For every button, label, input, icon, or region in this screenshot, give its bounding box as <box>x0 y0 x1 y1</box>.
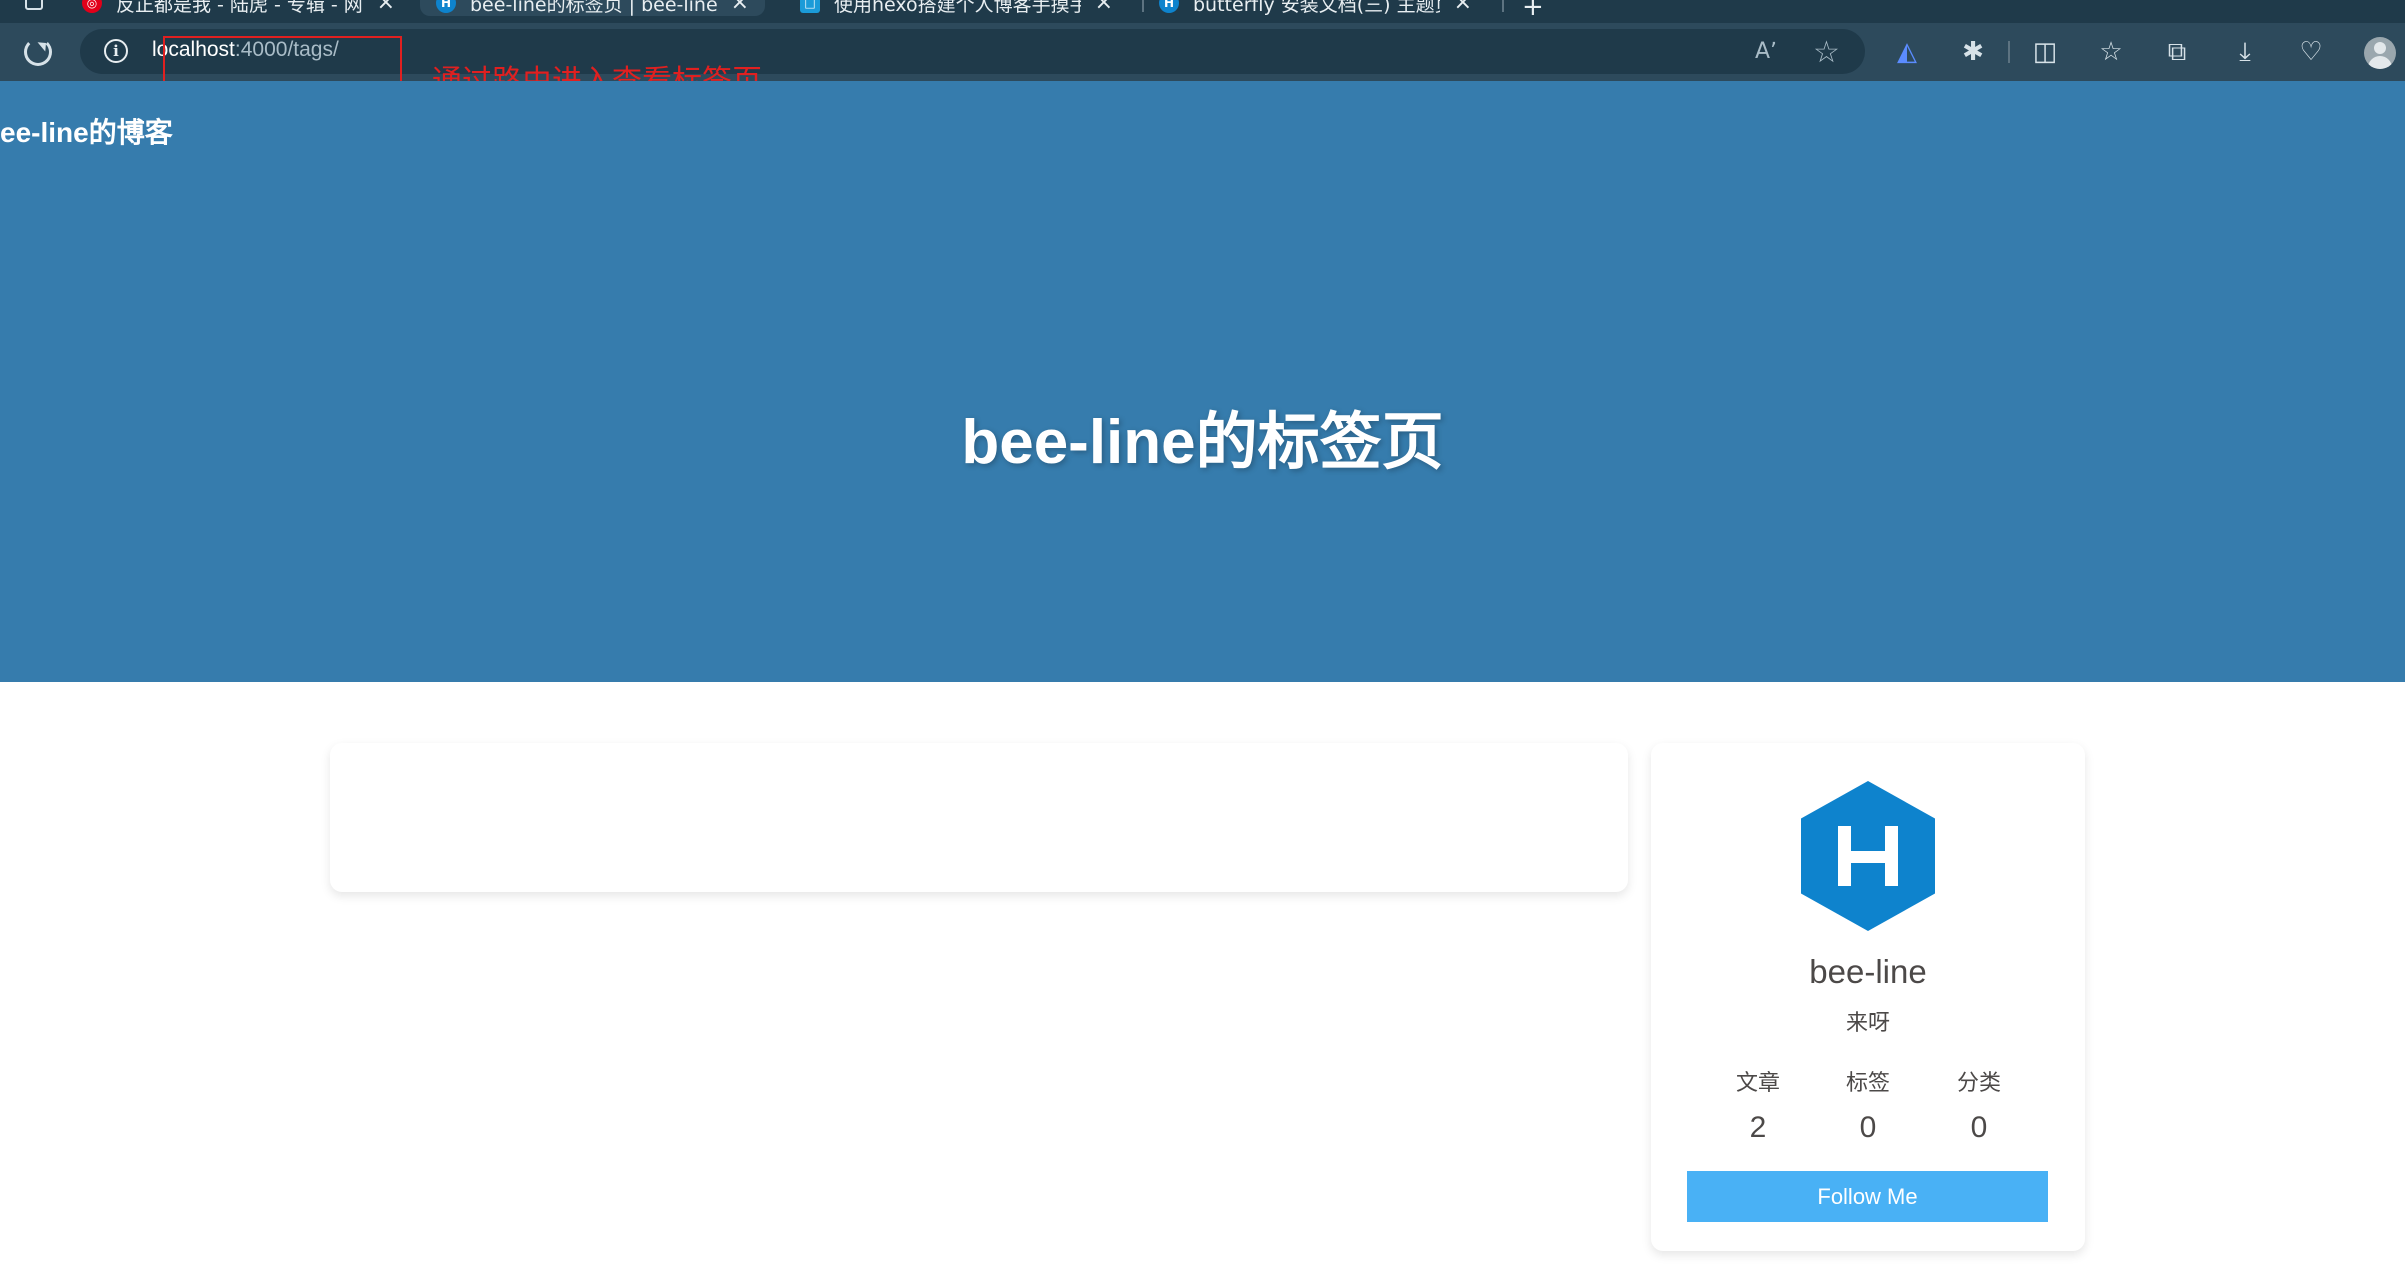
follow-me-button[interactable]: Follow Me <box>1687 1171 2048 1222</box>
downloads-icon[interactable]: ⤓ <box>2230 37 2260 67</box>
hexo-icon: H <box>1159 0 1179 13</box>
extensions-icon[interactable]: ✱ <box>1958 37 1988 67</box>
tab-strip: ◎ 反正都是我 - 陆虎 - 专辑 - 网易云音乐 × H bee-line的标… <box>0 0 2405 23</box>
stat-articles[interactable]: 文章 2 <box>1698 1065 1818 1145</box>
stat-categories[interactable]: 分类 0 <box>1919 1065 2039 1145</box>
hexo-logo-icon <box>1801 781 1935 931</box>
site-name-link[interactable]: ee-line的博客 <box>0 111 173 151</box>
tab-divider <box>1502 0 1504 12</box>
stat-value: 2 <box>1749 1111 1767 1144</box>
close-icon[interactable]: × <box>731 0 749 14</box>
stat-label: 分类 <box>1956 1071 2001 1096</box>
stat-label: 标签 <box>1845 1071 1890 1096</box>
close-icon[interactable]: × <box>377 0 395 14</box>
tab-butterfly-docs[interactable]: H butterfly 安装文档(三) 主题页面 × <box>1143 0 1488 16</box>
tab-bee-line-tags[interactable]: H bee-line的标签页 | bee-line的博客 × <box>420 0 765 16</box>
tab-title: butterfly 安装文档(三) 主题页面 <box>1193 0 1440 16</box>
site-info-icon[interactable]: i <box>104 39 128 63</box>
netease-music-icon: ◎ <box>82 0 102 13</box>
author-description: 来呀 <box>1845 1011 1890 1036</box>
stat-value: 0 <box>1970 1111 1988 1144</box>
tab-netease-music[interactable]: ◎ 反正都是我 - 陆虎 - 专辑 - 网易云音乐 × <box>66 0 411 16</box>
tab-title: bee-line的标签页 | bee-line的博客 <box>470 0 717 16</box>
hexo-icon: H <box>436 0 456 13</box>
site-icon: □ <box>800 0 820 13</box>
stat-tags[interactable]: 标签 0 <box>1808 1065 1928 1145</box>
tab-title: 使用hexo搭建个人博客手摸手教程 <box>834 0 1081 16</box>
favorites-icon[interactable]: ☆ <box>2096 37 2126 67</box>
close-icon[interactable]: × <box>1095 0 1113 14</box>
author-name: bee-line <box>1809 953 1927 990</box>
annotation-highlight-box <box>163 36 402 86</box>
toolbar-divider <box>2008 41 2010 63</box>
add-favorite-icon[interactable]: ☆ <box>1813 35 1840 70</box>
new-tab-button[interactable]: + <box>1522 0 1544 22</box>
close-icon[interactable]: × <box>1454 0 1472 14</box>
author-info-card: bee-line 来呀 文章 2 标签 0 分类 0 Follow Me <box>1651 743 2085 1251</box>
browser-essentials-icon[interactable]: ♡ <box>2296 37 2326 67</box>
read-aloud-icon[interactable]: Aʼ <box>1755 39 1777 64</box>
collections-icon[interactable]: ⧉ <box>2162 37 2192 67</box>
tab-hexo-tutorial[interactable]: □ 使用hexo搭建个人博客手摸手教程 × <box>784 0 1129 16</box>
reload-icon[interactable] <box>24 38 52 66</box>
stat-value: 0 <box>1859 1111 1877 1144</box>
stat-label: 文章 <box>1735 1071 1780 1096</box>
tab-actions-icon[interactable] <box>20 0 48 14</box>
page-title: bee-line的标签页 <box>961 408 1444 477</box>
copilot-icon[interactable]: ◭ <box>1892 37 1922 67</box>
tab-title: 反正都是我 - 陆虎 - 专辑 - 网易云音乐 <box>116 0 363 16</box>
profile-avatar-icon[interactable] <box>2364 37 2396 69</box>
tags-content-card <box>330 743 1628 892</box>
split-screen-icon[interactable]: ◫ <box>2030 37 2060 67</box>
page-header-banner: ee-line的博客 bee-line的标签页 <box>0 81 2405 682</box>
